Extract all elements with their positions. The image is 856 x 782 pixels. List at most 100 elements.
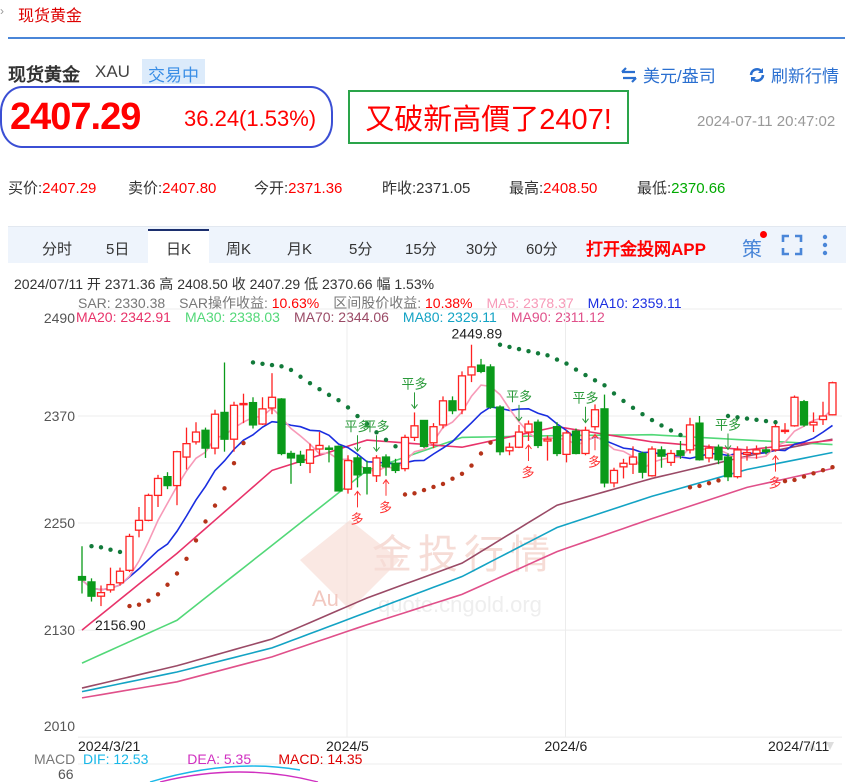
candle-body[interactable] (524, 423, 533, 433)
candle-body[interactable] (182, 443, 191, 458)
candle-body[interactable] (172, 451, 182, 487)
candle-body[interactable] (144, 494, 153, 522)
candle-body[interactable] (457, 375, 467, 411)
candle-body[interactable] (638, 452, 647, 473)
candle-body[interactable] (733, 449, 742, 478)
candle-body[interactable] (666, 452, 676, 464)
candle-body[interactable] (372, 457, 381, 477)
sar-dot (241, 440, 246, 446)
candle-body[interactable] (381, 456, 391, 468)
candle-body[interactable] (448, 400, 457, 412)
tab-7[interactable]: 30分 (466, 238, 498, 259)
sar-dot (516, 346, 522, 352)
candle-body[interactable] (590, 409, 600, 428)
candle-body[interactable] (391, 462, 400, 472)
candle-body[interactable] (324, 447, 334, 450)
candle-body[interactable] (201, 429, 210, 449)
candle-body[interactable] (514, 431, 524, 448)
candle-body[interactable] (239, 402, 248, 406)
candle-body[interactable] (619, 462, 628, 468)
candle-body[interactable] (229, 404, 239, 440)
candle-body[interactable] (761, 449, 771, 453)
tab-6[interactable]: 15分 (405, 238, 437, 259)
candle-body[interactable] (695, 422, 704, 461)
candle-body[interactable] (106, 583, 115, 591)
breadcrumb-current[interactable]: 现货黄金 (18, 2, 82, 26)
candle-body[interactable] (315, 444, 324, 450)
candle-body[interactable] (96, 591, 106, 597)
tab-0[interactable]: 分时 (42, 238, 72, 259)
tab-4[interactable]: 月K (287, 238, 312, 259)
candle-body[interactable] (277, 398, 286, 455)
candle-body[interactable] (362, 467, 372, 474)
candle-body[interactable] (505, 446, 514, 452)
candle-body[interactable] (486, 366, 495, 408)
candle-body[interactable] (191, 431, 201, 443)
candle-body[interactable] (790, 396, 799, 427)
candle-body[interactable] (600, 408, 609, 484)
candle-body[interactable] (571, 430, 581, 455)
tab-1[interactable]: 5日 (106, 238, 129, 259)
candle-body[interactable] (419, 419, 429, 447)
refresh-button[interactable]: 刷新行情 (748, 62, 839, 87)
candle-body[interactable] (220, 411, 229, 440)
candle-body[interactable] (258, 408, 267, 425)
candle-body[interactable] (153, 477, 163, 497)
candle-body[interactable] (353, 457, 362, 476)
candle-body[interactable] (163, 476, 172, 487)
candle-body[interactable] (581, 429, 590, 455)
candle-body[interactable] (657, 449, 666, 457)
sar-dot (782, 478, 788, 484)
tab-3[interactable]: 周K (226, 238, 251, 259)
candle-body[interactable] (210, 413, 220, 449)
tab-5[interactable]: 5分 (349, 238, 372, 259)
candle-body[interactable] (305, 449, 315, 464)
candle-body[interactable] (248, 401, 258, 426)
candle-body[interactable] (799, 401, 809, 426)
candle-body[interactable] (467, 366, 476, 376)
candle-body[interactable] (115, 570, 125, 584)
strategy-button[interactable]: 策 (742, 233, 762, 262)
candle-body[interactable] (676, 450, 685, 456)
candle-body[interactable] (704, 447, 714, 459)
fullscreen-icon[interactable] (781, 234, 803, 256)
candle-body[interactable] (87, 581, 96, 597)
candle-body[interactable] (533, 421, 543, 447)
candle-body[interactable] (628, 456, 638, 465)
candle-body[interactable] (780, 429, 790, 433)
candle-body[interactable] (438, 400, 448, 426)
candle-body[interactable] (400, 436, 410, 470)
candle-body[interactable] (134, 519, 144, 531)
tab-8[interactable]: 60分 (526, 238, 558, 259)
candle-body[interactable] (828, 382, 837, 416)
candle-body[interactable] (267, 396, 277, 409)
candle-body[interactable] (714, 446, 723, 461)
candle-body[interactable] (752, 449, 761, 455)
candle-body[interactable] (562, 432, 571, 456)
candle-body[interactable] (818, 415, 828, 421)
candle-body[interactable] (495, 406, 505, 453)
candle-body[interactable] (429, 426, 438, 444)
candle-body[interactable] (296, 454, 305, 464)
candle-body[interactable] (476, 364, 486, 373)
candle-body[interactable] (723, 456, 733, 478)
candle-body[interactable] (647, 448, 657, 477)
candle-body[interactable] (77, 575, 87, 581)
candle-body[interactable] (334, 445, 343, 492)
candle-body[interactable] (742, 451, 752, 456)
candle-body[interactable] (609, 469, 619, 484)
candle-body[interactable] (125, 535, 134, 571)
unit-toggle-button[interactable]: 美元/盎司 (620, 62, 716, 87)
candle-body[interactable] (286, 452, 296, 459)
candlestick-chart[interactable]: 24902370225021302010Au金投行情quote.cngold.o… (0, 300, 856, 782)
candle-body[interactable] (771, 426, 780, 451)
candle-body[interactable] (685, 424, 695, 451)
candle-body[interactable] (552, 426, 562, 455)
candle-body[interactable] (410, 425, 419, 439)
candle-body[interactable] (343, 459, 353, 490)
open-app-link[interactable]: 打开金投网APP (586, 235, 706, 260)
candle-body[interactable] (543, 438, 552, 442)
tab-2[interactable]: 日K (166, 238, 191, 259)
more-vertical-icon[interactable] (821, 234, 829, 256)
candle-body[interactable] (809, 421, 818, 426)
